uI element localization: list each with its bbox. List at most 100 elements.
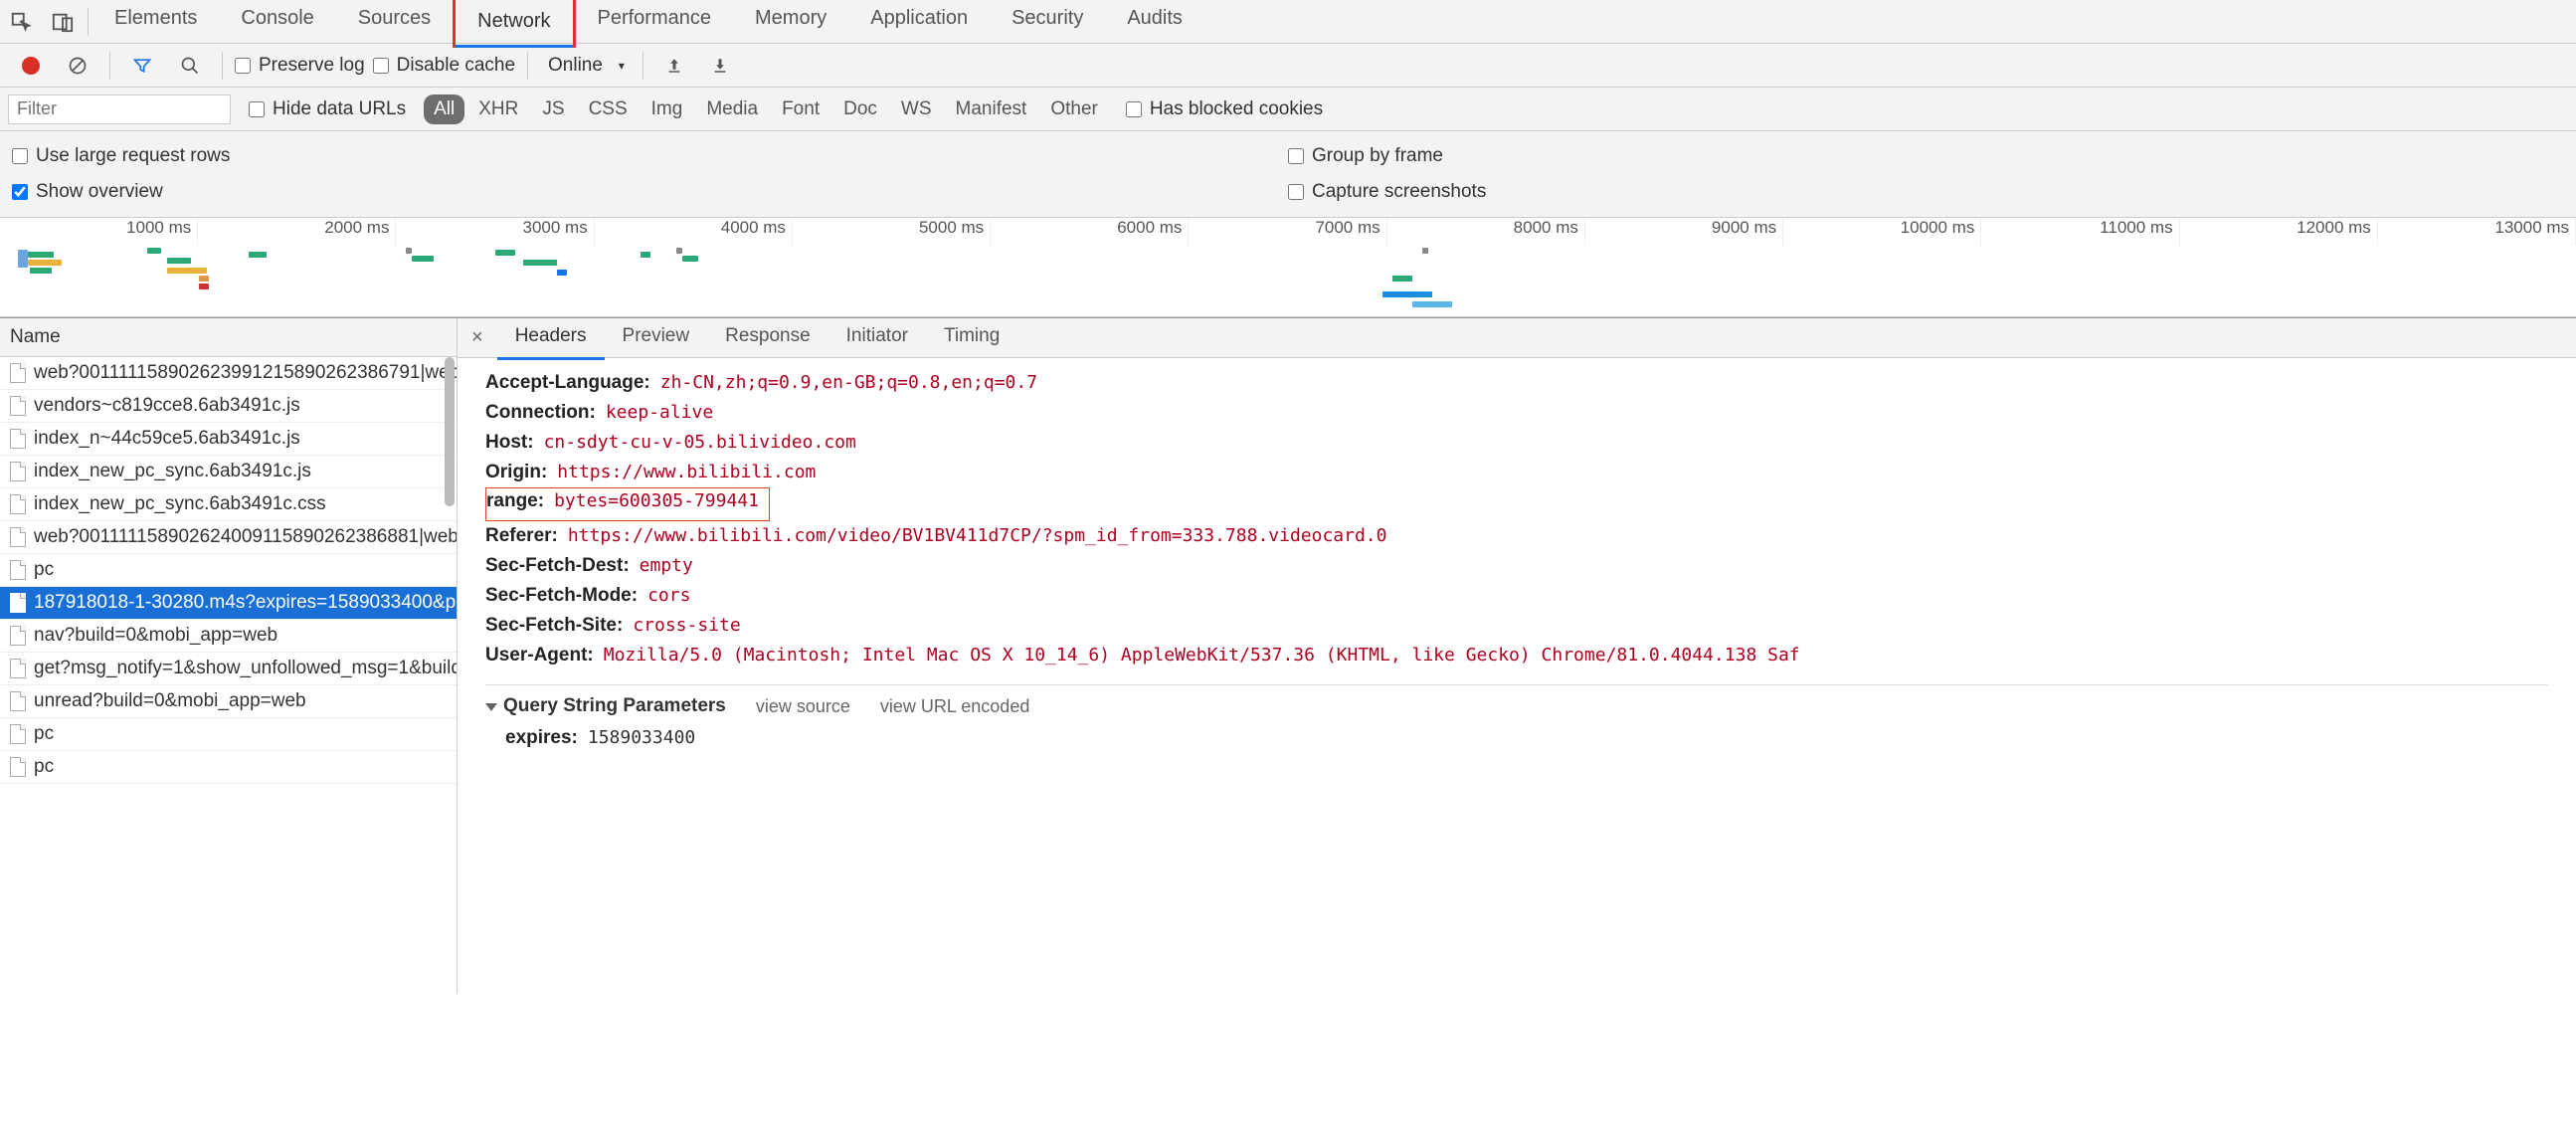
record-button[interactable] (12, 49, 50, 83)
upload-har-icon[interactable] (655, 49, 693, 83)
tab-sources[interactable]: Sources (336, 0, 453, 48)
detail-tab-initiator[interactable]: Initiator (828, 315, 926, 360)
request-row[interactable]: web?001111158902623991215890262386791|we… (0, 357, 457, 390)
preserve-log-checkbox[interactable]: Preserve log (235, 55, 365, 77)
request-row[interactable]: 187918018-1-30280.m4s?expires=1589033400… (0, 587, 457, 620)
detail-tab-response[interactable]: Response (707, 315, 828, 360)
request-row[interactable]: unread?build=0&mobi_app=web (0, 685, 457, 718)
filter-type-media[interactable]: Media (696, 95, 768, 124)
separator (643, 52, 644, 80)
request-name: index_new_pc_sync.6ab3491c.js (34, 461, 311, 482)
filter-type-ws[interactable]: WS (891, 95, 942, 124)
search-icon[interactable] (170, 48, 210, 84)
request-name: pc (34, 559, 54, 581)
filter-type-css[interactable]: CSS (579, 95, 638, 124)
has-blocked-cookies-label: Has blocked cookies (1150, 98, 1323, 120)
tab-application[interactable]: Application (848, 0, 990, 48)
scrollbar[interactable] (445, 357, 455, 506)
filter-type-all[interactable]: All (424, 95, 464, 124)
timeline-tick: 4000 ms (595, 218, 793, 246)
filter-type-img[interactable]: Img (642, 95, 693, 124)
hide-data-urls-checkbox[interactable]: Hide data URLs (249, 98, 406, 120)
header-key: Connection: (485, 402, 596, 424)
request-row[interactable]: nav?build=0&mobi_app=web (0, 620, 457, 653)
show-overview-checkbox[interactable]: Show overview (12, 181, 1288, 203)
request-name: nav?build=0&mobi_app=web (34, 625, 277, 647)
header-value: empty (640, 555, 693, 576)
tab-audits[interactable]: Audits (1105, 0, 1204, 48)
throttling-select[interactable]: Online ▾ (540, 51, 631, 81)
request-row[interactable]: get?msg_notify=1&show_unfollowed_msg=1&b… (0, 653, 457, 685)
header-key: User-Agent: (485, 645, 594, 666)
use-large-rows-checkbox[interactable]: Use large request rows (12, 145, 1288, 167)
tab-performance[interactable]: Performance (576, 0, 734, 48)
file-icon (10, 462, 26, 481)
request-row[interactable]: index_n~44c59ce5.6ab3491c.js (0, 423, 457, 456)
network-panes: Name web?0011111589026239912158902623867… (0, 317, 2576, 994)
filter-toggle-icon[interactable] (122, 48, 162, 84)
disable-cache-checkbox[interactable]: Disable cache (373, 55, 515, 77)
detail-tab-preview[interactable]: Preview (605, 315, 708, 360)
filter-type-xhr[interactable]: XHR (468, 95, 528, 124)
file-icon (10, 363, 26, 383)
overview-timeline[interactable]: 1000 ms2000 ms3000 ms4000 ms5000 ms6000 … (0, 218, 2576, 317)
request-row[interactable]: web?001111158902624009115890262386881|we… (0, 521, 457, 554)
header-key: Accept-Language: (485, 372, 650, 394)
name-column-header[interactable]: Name (0, 318, 457, 357)
view-source-link[interactable]: view source (756, 696, 850, 717)
timeline-tick: 3000 ms (396, 218, 594, 246)
timeline-tick: 12000 ms (2180, 218, 2378, 246)
clear-button[interactable] (58, 48, 97, 84)
capture-screenshots-checkbox[interactable]: Capture screenshots (1288, 181, 2564, 203)
query-params-section[interactable]: Query String Parameters view source view… (485, 684, 2548, 721)
header-key: Sec-Fetch-Site: (485, 615, 623, 637)
header-value: cn-sdyt-cu-v-05.bilivideo.com (544, 432, 856, 453)
filter-type-other[interactable]: Other (1040, 95, 1108, 124)
header-value: keep-alive (606, 402, 713, 423)
network-toolbar: Preserve log Disable cache Online ▾ (0, 44, 2576, 88)
request-list[interactable]: web?001111158902623991215890262386791|we… (0, 357, 457, 994)
filter-type-js[interactable]: JS (532, 95, 574, 124)
header-row: Sec-Fetch-Dest: empty (485, 551, 2548, 581)
filter-type-manifest[interactable]: Manifest (946, 95, 1037, 124)
detail-tab-timing[interactable]: Timing (926, 315, 1017, 360)
tab-console[interactable]: Console (219, 0, 335, 48)
view-url-encoded-link[interactable]: view URL encoded (880, 696, 1029, 717)
separator (109, 52, 110, 80)
download-har-icon[interactable] (701, 49, 739, 83)
has-blocked-cookies-checkbox[interactable]: Has blocked cookies (1126, 98, 1323, 120)
tab-elements[interactable]: Elements (92, 0, 219, 48)
request-name: index_new_pc_sync.6ab3491c.css (34, 493, 326, 515)
header-row: Accept-Language:zh-CN,zh;q=0.9,en-GB;q=0… (485, 368, 2548, 398)
request-row[interactable]: pc (0, 718, 457, 751)
tab-security[interactable]: Security (990, 0, 1105, 48)
filter-type-doc[interactable]: Doc (833, 95, 887, 124)
inspect-icon[interactable] (0, 3, 42, 41)
timeline-tick: 1000 ms (0, 218, 198, 246)
timeline-tick: 10000 ms (1783, 218, 1981, 246)
request-name: unread?build=0&mobi_app=web (34, 690, 306, 712)
request-row[interactable]: index_new_pc_sync.6ab3491c.css (0, 488, 457, 521)
device-toggle-icon[interactable] (42, 3, 84, 41)
request-row[interactable]: pc (0, 554, 457, 587)
request-row[interactable]: vendors~c819cce8.6ab3491c.js (0, 390, 457, 423)
caret-down-icon (485, 703, 497, 711)
header-value: bytes=600305-799441 (554, 490, 759, 511)
detail-tab-headers[interactable]: Headers (497, 315, 605, 360)
group-by-frame-checkbox[interactable]: Group by frame (1288, 145, 2564, 167)
timeline-tick: 6000 ms (991, 218, 1189, 246)
request-name: get?msg_notify=1&show_unfollowed_msg=1&b… (34, 658, 457, 679)
disable-cache-label: Disable cache (397, 55, 515, 77)
file-icon (10, 527, 26, 547)
filter-input[interactable] (8, 95, 231, 124)
header-key: Sec-Fetch-Dest: (485, 555, 630, 577)
file-icon (10, 396, 26, 416)
request-row[interactable]: pc (0, 751, 457, 784)
request-row[interactable]: index_new_pc_sync.6ab3491c.js (0, 456, 457, 488)
tab-memory[interactable]: Memory (733, 0, 848, 48)
header-key: range: (486, 490, 544, 512)
filter-type-font[interactable]: Font (772, 95, 829, 124)
tab-network[interactable]: Network (453, 0, 575, 48)
timeline-tick: 5000 ms (793, 218, 991, 246)
close-icon[interactable]: × (458, 326, 497, 349)
